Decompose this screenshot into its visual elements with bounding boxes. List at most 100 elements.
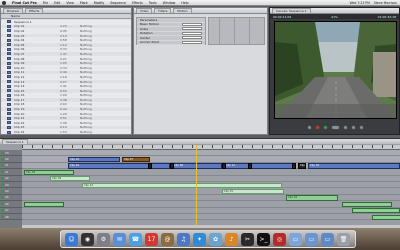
video-clip[interactable]: Clip 03: [68, 156, 120, 163]
menu-view[interactable]: View: [66, 1, 74, 5]
track-enable-icon[interactable]: [1, 195, 4, 199]
clip-icon: [7, 47, 11, 51]
track-enable-icon[interactable]: [1, 189, 4, 193]
track-enable-icon[interactable]: [1, 202, 4, 206]
audio-clip[interactable]: Clip 09: [50, 176, 90, 182]
clip-icon: [7, 125, 11, 129]
safari-icon[interactable]: ✦: [193, 232, 206, 246]
folder-icon[interactable]: ▭: [289, 232, 302, 246]
play-button[interactable]: [323, 124, 328, 130]
timeline-track[interactable]: [22, 213, 400, 221]
track-enable-icon[interactable]: [1, 157, 4, 161]
finder-icon[interactable]: ☺: [65, 232, 78, 246]
clip-name: Clip 08: [14, 56, 25, 61]
track-label: A5: [5, 195, 9, 200]
tab-canvas[interactable]: Canvas: Sequence 1: [272, 8, 311, 13]
mark-out-button[interactable]: [351, 124, 356, 130]
system-preferences-icon[interactable]: ⚙: [97, 232, 110, 246]
documents-icon[interactable]: ▭: [305, 232, 318, 246]
itunes-icon[interactable]: ♫: [177, 232, 190, 246]
terminal-icon[interactable]: >_: [257, 232, 270, 246]
tab-video[interactable]: Video: [136, 8, 153, 13]
track-header[interactable]: A8: [0, 214, 22, 221]
zoom-popup[interactable]: 41%: [331, 15, 338, 19]
track-enable-icon[interactable]: [1, 176, 4, 180]
param-value-field[interactable]: [182, 36, 202, 40]
menu-modify[interactable]: Modify: [94, 1, 105, 5]
clip-icon: [7, 24, 11, 28]
tab-sequence[interactable]: Sequence 1: [2, 139, 28, 144]
photobooth-icon[interactable]: ◎: [273, 232, 286, 246]
audio-clip[interactable]: Clip 18: [286, 195, 338, 201]
clip-info: Nothing: [80, 38, 92, 43]
tab-motion[interactable]: Motion: [173, 8, 192, 13]
garageband-icon[interactable]: ♪: [225, 232, 238, 246]
audio-clip[interactable]: [342, 201, 392, 207]
audio-clip[interactable]: [24, 201, 64, 207]
menu-window[interactable]: Window: [163, 1, 176, 5]
menu-sequence[interactable]: Sequence: [110, 1, 126, 5]
track-enable-icon[interactable]: [1, 208, 4, 212]
menu-file[interactable]: File: [43, 1, 48, 5]
track-enable-icon[interactable]: [1, 183, 4, 187]
go-to-end-button[interactable]: [359, 124, 364, 130]
clip-icon: [7, 102, 11, 106]
track-area[interactable]: Clip 03 Clip 07 Clip 04 Clip 09 Clip 12 Clip …: [22, 150, 400, 228]
ichat-icon[interactable]: ☎: [129, 232, 142, 246]
final-cut-icon[interactable]: ✂: [241, 232, 254, 246]
jog-control[interactable]: [343, 124, 348, 130]
param-value-field[interactable]: [182, 40, 202, 44]
browser-row[interactable]: Clip 24 1:53 Nothing: [1, 130, 131, 134]
keyframe-graph[interactable]: [208, 17, 265, 45]
app-menu[interactable]: Final Cut Pro: [12, 1, 37, 5]
trash-icon[interactable]: 🗑: [337, 232, 350, 246]
tab-effects[interactable]: Effects: [25, 8, 44, 13]
menu-mark[interactable]: Mark: [80, 1, 88, 5]
menu-edit[interactable]: Edit: [54, 1, 60, 5]
audio-clip[interactable]: [372, 214, 400, 220]
tab-filters[interactable]: Filters: [154, 8, 172, 13]
clock[interactable]: Wed 7:23 PM: [350, 1, 370, 5]
playhead[interactable]: [196, 145, 197, 228]
ical-icon[interactable]: 17: [145, 232, 158, 246]
track-enable-icon[interactable]: [1, 170, 4, 174]
menu-tools[interactable]: Tools: [149, 1, 157, 5]
clip-name: Clip 12: [14, 74, 25, 79]
video-clip[interactable]: Clip 07: [122, 156, 150, 163]
address-book-icon[interactable]: @: [161, 232, 174, 246]
param-row[interactable]: Anchor Point: [137, 40, 205, 45]
param-value-field[interactable]: [182, 27, 202, 31]
menu-help[interactable]: Help: [181, 1, 188, 5]
go-to-start-button[interactable]: [307, 124, 312, 130]
track-enable-icon[interactable]: [1, 151, 4, 155]
browser-column-header[interactable]: Name: [1, 14, 131, 19]
iphoto-icon[interactable]: ✿: [209, 232, 222, 246]
track-enable-icon[interactable]: [1, 215, 4, 219]
downloads-icon[interactable]: ▭: [321, 232, 334, 246]
param-value-field[interactable]: [182, 31, 202, 35]
duration-timecode[interactable]: 00:02:11:04: [273, 15, 291, 19]
apple-icon[interactable]: [2, 0, 6, 5]
param-value-field[interactable]: [182, 22, 202, 26]
menu-effects[interactable]: Effects: [132, 1, 143, 5]
mail-icon[interactable]: ✉: [113, 232, 126, 246]
audio-clip[interactable]: Clip 15: [222, 188, 284, 195]
audio-clip[interactable]: Clip 04: [24, 169, 74, 175]
audio-clip[interactable]: Clip 12: [82, 182, 282, 188]
shuttle-control[interactable]: [331, 124, 340, 130]
video-clip[interactable]: Clip 04: [68, 163, 170, 169]
user-name[interactable]: Steve Morrison: [374, 1, 397, 5]
tab-browser[interactable]: Browser: [3, 8, 24, 13]
audio-clip[interactable]: [352, 208, 400, 214]
current-timecode[interactable]: 01:00:32;18: [378, 15, 396, 19]
video-clip[interactable]: Clip 18: [308, 163, 400, 169]
mark-in-button[interactable]: [315, 124, 320, 130]
video-clip[interactable]: Clip 15: [298, 163, 306, 169]
clip-name: Clip 10: [14, 65, 25, 70]
video-clip[interactable]: Clip 12: [224, 163, 296, 169]
track-enable-icon[interactable]: [1, 163, 4, 167]
video-clip[interactable]: Clip 09: [172, 163, 222, 169]
clip-info: Nothing: [80, 93, 92, 98]
timeline-tabs: Sequence 1: [0, 139, 400, 144]
dashboard-icon[interactable]: ◉: [81, 232, 94, 246]
